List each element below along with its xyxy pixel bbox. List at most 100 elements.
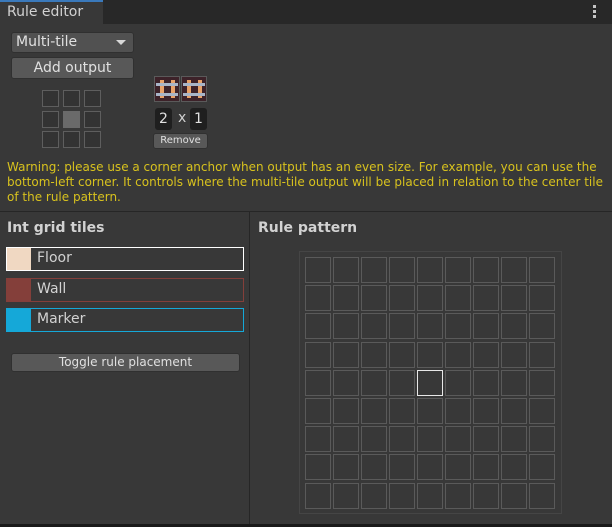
rule-pattern-cell[interactable] [501, 482, 527, 509]
anchor-cell[interactable] [42, 90, 59, 107]
rule-pattern-cell[interactable] [473, 398, 499, 424]
rule-pattern-cell[interactable] [529, 426, 555, 453]
rule-pattern-cell[interactable] [529, 257, 555, 283]
anchor-cell[interactable] [63, 90, 80, 107]
rule-pattern-cell[interactable] [445, 341, 471, 368]
rule-pattern-cell[interactable] [305, 482, 331, 509]
rule-pattern-cell[interactable] [417, 257, 443, 283]
rule-pattern-cell[interactable] [529, 285, 555, 312]
rule-pattern-center-cell[interactable] [417, 369, 443, 396]
output-mode-dropdown[interactable]: Multi-tile [11, 32, 134, 53]
rule-pattern-cell[interactable] [501, 313, 527, 340]
rule-pattern-cell[interactable] [529, 341, 555, 368]
int-grid-tile-wall[interactable]: Wall [6, 278, 244, 302]
rule-pattern-cell[interactable] [417, 398, 443, 424]
add-output-button[interactable]: Add output [11, 57, 134, 79]
rule-pattern-cell[interactable] [389, 398, 415, 424]
rule-pattern-cell[interactable] [445, 454, 471, 481]
rule-pattern-cell[interactable] [473, 369, 499, 396]
rule-pattern-cell[interactable] [473, 482, 499, 509]
rule-pattern-cell[interactable] [361, 313, 387, 340]
output-width-field[interactable]: 2 [155, 108, 172, 130]
rule-pattern-cell[interactable] [417, 341, 443, 368]
rule-pattern-cell[interactable] [333, 369, 359, 396]
rule-pattern-cell[interactable] [333, 482, 359, 509]
rule-pattern-cell[interactable] [501, 285, 527, 312]
rule-pattern-cell[interactable] [501, 369, 527, 396]
rule-pattern-cell[interactable] [529, 398, 555, 424]
int-grid-tile-marker[interactable]: Marker [6, 308, 244, 332]
rule-pattern-cell[interactable] [333, 454, 359, 481]
rule-pattern-cell[interactable] [305, 426, 331, 453]
rule-pattern-cell[interactable] [445, 285, 471, 312]
output-height-field[interactable]: 1 [190, 108, 207, 130]
rule-pattern-cell[interactable] [445, 482, 471, 509]
rule-pattern-cell[interactable] [417, 482, 443, 509]
rule-pattern-cell[interactable] [361, 426, 387, 453]
rule-pattern-cell[interactable] [473, 341, 499, 368]
rule-pattern-cell[interactable] [473, 285, 499, 312]
rule-pattern-cell[interactable] [361, 398, 387, 424]
rule-pattern-cell[interactable] [501, 257, 527, 283]
rule-pattern-cell[interactable] [389, 285, 415, 312]
rule-pattern-cell[interactable] [305, 369, 331, 396]
rule-pattern-cell[interactable] [445, 426, 471, 453]
rule-pattern-cell[interactable] [389, 482, 415, 509]
rule-pattern-cell[interactable] [333, 341, 359, 368]
rule-pattern-cell[interactable] [389, 257, 415, 283]
rule-pattern-cell[interactable] [333, 285, 359, 312]
int-grid-tile-floor[interactable]: Floor [6, 247, 244, 271]
rule-pattern-cell[interactable] [417, 313, 443, 340]
anchor-cell[interactable] [84, 90, 101, 107]
anchor-cell[interactable] [42, 110, 59, 128]
rule-pattern-cell[interactable] [333, 426, 359, 453]
rule-pattern-cell[interactable] [305, 454, 331, 481]
rule-pattern-cell[interactable] [529, 313, 555, 340]
rule-pattern-cell[interactable] [501, 426, 527, 453]
anchor-cell[interactable] [84, 110, 101, 128]
rule-pattern-cell[interactable] [417, 426, 443, 453]
rule-pattern-cell[interactable] [305, 341, 331, 368]
rule-pattern-cell[interactable] [473, 257, 499, 283]
panel-divider[interactable] [249, 212, 250, 527]
rule-pattern-cell[interactable] [361, 482, 387, 509]
kebab-menu-icon[interactable] [590, 5, 598, 19]
rule-pattern-cell[interactable] [305, 257, 331, 283]
rule-pattern-cell[interactable] [529, 369, 555, 396]
anchor-cell[interactable] [63, 110, 80, 128]
rule-pattern-cell[interactable] [389, 454, 415, 481]
rule-pattern-cell[interactable] [305, 313, 331, 340]
rule-pattern-cell[interactable] [361, 257, 387, 283]
rule-pattern-cell[interactable] [361, 454, 387, 481]
rule-pattern-cell[interactable] [529, 482, 555, 509]
remove-output-button[interactable]: Remove [153, 133, 208, 149]
rule-pattern-cell[interactable] [529, 454, 555, 481]
anchor-cell[interactable] [42, 131, 59, 148]
rule-pattern-cell[interactable] [389, 426, 415, 453]
rule-pattern-cell[interactable] [473, 313, 499, 340]
rule-pattern-cell[interactable] [361, 285, 387, 312]
rule-pattern-cell[interactable] [389, 369, 415, 396]
rule-pattern-cell[interactable] [445, 313, 471, 340]
rail-track-tile-icon[interactable] [154, 76, 180, 102]
rule-pattern-cell[interactable] [305, 285, 331, 312]
anchor-cell[interactable] [84, 131, 101, 148]
rule-pattern-cell[interactable] [333, 313, 359, 340]
rule-pattern-cell[interactable] [417, 285, 443, 312]
rule-pattern-cell[interactable] [445, 369, 471, 396]
rule-pattern-cell[interactable] [305, 398, 331, 424]
rule-pattern-cell[interactable] [333, 257, 359, 283]
rule-pattern-cell[interactable] [417, 454, 443, 481]
rule-pattern-cell[interactable] [389, 341, 415, 368]
rule-pattern-cell[interactable] [361, 341, 387, 368]
rule-pattern-cell[interactable] [333, 398, 359, 424]
rule-pattern-cell[interactable] [501, 454, 527, 481]
rule-pattern-cell[interactable] [473, 454, 499, 481]
toggle-rule-placement-button[interactable]: Toggle rule placement [11, 353, 240, 372]
rule-pattern-cell[interactable] [501, 341, 527, 368]
rail-track-tile-icon[interactable] [181, 76, 207, 102]
anchor-cell[interactable] [63, 131, 80, 148]
rule-pattern-cell[interactable] [361, 369, 387, 396]
rule-pattern-cell[interactable] [445, 257, 471, 283]
tab-rule-editor[interactable]: Rule editor [0, 0, 103, 24]
